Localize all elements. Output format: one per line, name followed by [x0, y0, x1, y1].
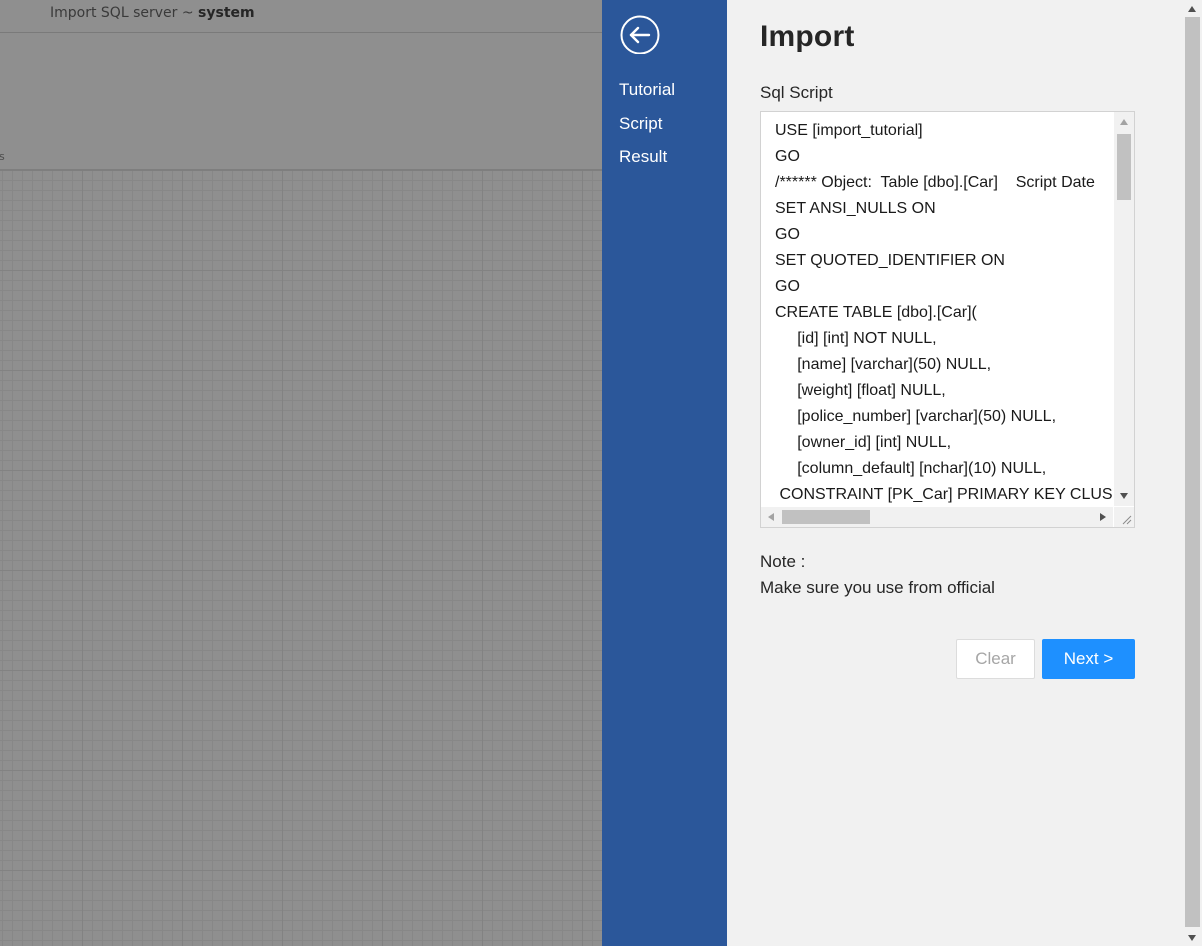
textarea-horizontal-scrollbar[interactable]: [761, 507, 1113, 527]
clear-button[interactable]: Clear: [956, 639, 1035, 679]
page-vertical-scrollbar[interactable]: [1183, 0, 1202, 946]
textarea-vertical-scrollbar[interactable]: [1114, 112, 1134, 506]
script-line: GO: [775, 226, 800, 243]
background-app: Import SQL server ~ system ds: [0, 0, 602, 946]
note-text: Make sure you use from official: [760, 578, 995, 597]
background-titlebar: Import SQL server ~ system: [0, 0, 602, 33]
background-toolbar-label: ds: [0, 150, 5, 163]
drawer-nav: Tutorial Script Result: [602, 0, 727, 946]
script-line: [column_default] [nchar](10) NULL,: [775, 460, 1047, 477]
script-line: CREATE TABLE [dbo].[Car](: [775, 304, 977, 321]
next-button[interactable]: Next >: [1042, 639, 1135, 679]
script-line: [id] [int] NOT NULL,: [775, 330, 937, 347]
script-line: SET QUOTED_IDENTIFIER ON: [775, 252, 1005, 269]
script-line: /****** Object: Table [dbo].[Car] Script…: [775, 174, 1095, 191]
sql-script-label: Sql Script: [760, 83, 833, 102]
background-title-prefix: Import SQL server ~: [50, 5, 199, 21]
page-scroll-down-arrow-icon[interactable]: [1188, 935, 1196, 941]
nav-item-result[interactable]: Result: [619, 147, 667, 167]
textarea-horizontal-scroll-thumb[interactable]: [782, 510, 870, 524]
script-line: GO: [775, 148, 800, 165]
circle-arrow-left-icon: [620, 15, 660, 55]
background-toolbar-area: ds: [0, 33, 602, 171]
textarea-vertical-scroll-thumb[interactable]: [1117, 134, 1131, 200]
script-line: SET ANSI_NULLS ON: [775, 200, 936, 217]
script-line: USE [import_tutorial]: [775, 122, 923, 139]
background-title: Import SQL server ~ system: [50, 5, 255, 21]
import-panel: Import Sql Script USE [import_tutorial] …: [727, 0, 1183, 946]
page-scroll-up-arrow-icon[interactable]: [1188, 6, 1196, 12]
scroll-up-arrow-icon[interactable]: [1120, 119, 1128, 125]
note-label: Note :: [760, 552, 806, 571]
script-line: GO: [775, 278, 800, 295]
script-line: CONSTRAINT [PK_Car] PRIMARY KEY CLUSTERE…: [779, 486, 1113, 503]
script-line: [police_number] [varchar](50) NULL,: [775, 408, 1057, 425]
nav-item-tutorial[interactable]: Tutorial: [619, 80, 675, 100]
sql-script-textarea[interactable]: USE [import_tutorial] GO /****** Object:…: [760, 111, 1135, 528]
scroll-right-arrow-icon[interactable]: [1100, 513, 1106, 521]
page-scroll-thumb[interactable]: [1185, 17, 1200, 927]
scroll-left-arrow-icon[interactable]: [768, 513, 774, 521]
script-line: [weight] [float] NULL,: [775, 382, 946, 399]
scroll-down-arrow-icon[interactable]: [1120, 493, 1128, 499]
resize-grip-icon: [1122, 515, 1132, 525]
background-title-db: system: [198, 5, 255, 21]
sql-script-content[interactable]: USE [import_tutorial] GO /****** Object:…: [761, 112, 1113, 506]
textarea-resize-handle[interactable]: [1114, 507, 1134, 527]
nav-item-script[interactable]: Script: [619, 114, 662, 134]
script-line: [owner_id] [int] NULL,: [775, 434, 952, 451]
back-button[interactable]: [620, 14, 660, 55]
page-title: Import: [760, 20, 855, 53]
background-canvas-grid: [0, 171, 602, 946]
script-line: [name] [varchar](50) NULL,: [775, 356, 992, 373]
